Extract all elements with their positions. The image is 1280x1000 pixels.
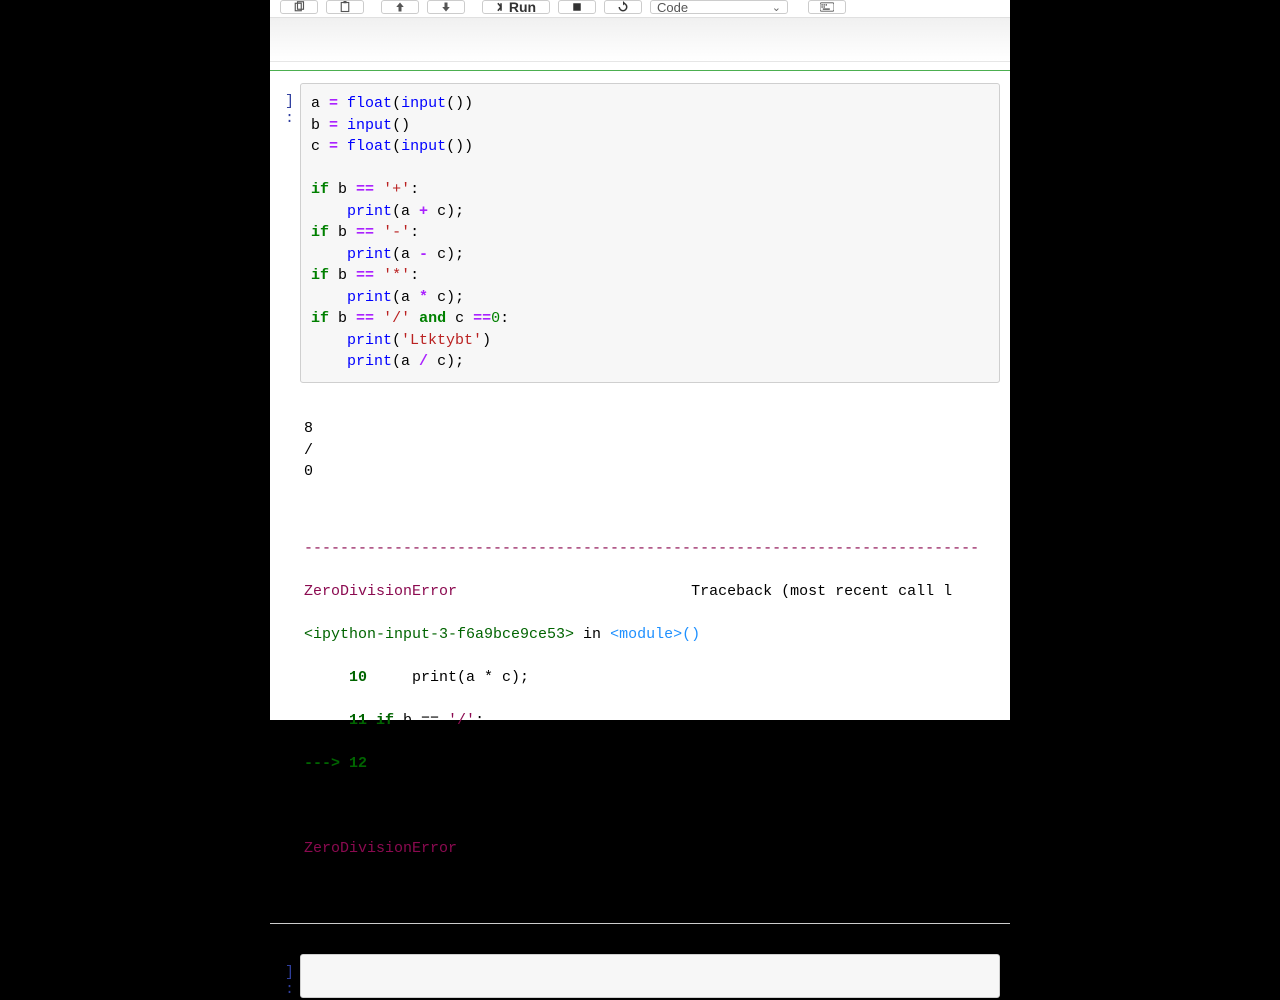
error-message: ZeroDivisionError: float division by zer… (304, 838, 1010, 860)
copy-button[interactable] (280, 0, 318, 14)
traceback-location: <ipython-input-3-f6a9bce9ce53> in <modul… (304, 624, 1010, 646)
notebook-viewport: Run Code ] : a = float(input()) b = inpu… (270, 0, 1010, 720)
stop-button[interactable] (558, 0, 596, 14)
code-line-2: b = input() (311, 115, 989, 137)
run-button[interactable]: Run (482, 0, 550, 14)
code-line-6: print(a + c); (311, 201, 989, 223)
code-line-5: if b == '+': (311, 179, 989, 201)
code-line-9: if b == '*': (311, 265, 989, 287)
restart-button[interactable] (604, 0, 642, 14)
input-prompt: ] : (270, 83, 300, 383)
code-line-7: if b == '-': (311, 222, 989, 244)
code-line-12: print('Ltktybt') (311, 330, 989, 352)
input-prompt-empty: ] : (270, 954, 300, 998)
toolbar: Run Code (270, 0, 1010, 18)
code-cell: ] : a = float(input()) b = input() c = f… (270, 70, 1010, 924)
traceback-line-12: ---> 12 print(a / c); (304, 753, 1010, 775)
empty-code-cell: ] : (270, 954, 1010, 998)
code-input-area[interactable]: a = float(input()) b = input() c = float… (300, 83, 1000, 383)
move-down-button[interactable] (427, 0, 465, 14)
code-line-13: print(a / c); (311, 351, 989, 373)
code-line-4 (311, 158, 989, 180)
toolbar-shadow (270, 18, 1010, 62)
move-up-button[interactable] (381, 0, 419, 14)
output-area: 8 / 0 ----------------------------------… (270, 383, 1010, 923)
code-line-8: print(a - c); (311, 244, 989, 266)
code-line-1: a = float(input()) (311, 93, 989, 115)
paste-button[interactable] (326, 0, 364, 14)
code-input-area-empty[interactable] (300, 954, 1000, 998)
code-line-11: if b == '/' and c ==0: (311, 308, 989, 330)
traceback-line-10: 10 print(a * c); (304, 667, 1010, 689)
command-palette-button[interactable] (808, 0, 846, 14)
traceback-separator: ----------------------------------------… (304, 538, 1010, 560)
traceback-line-11: 11 if b == '/': (304, 710, 1010, 732)
traceback-header: ZeroDivisionError Traceback (most recent… (304, 581, 1010, 603)
cell-type-value: Code (657, 0, 688, 15)
cell-type-select[interactable]: Code (650, 0, 788, 14)
run-label: Run (509, 0, 536, 15)
code-line-10: print(a * c); (311, 287, 989, 309)
code-line-3: c = float(input()) (311, 136, 989, 158)
stdout-text: 8 / 0 (304, 418, 1010, 483)
